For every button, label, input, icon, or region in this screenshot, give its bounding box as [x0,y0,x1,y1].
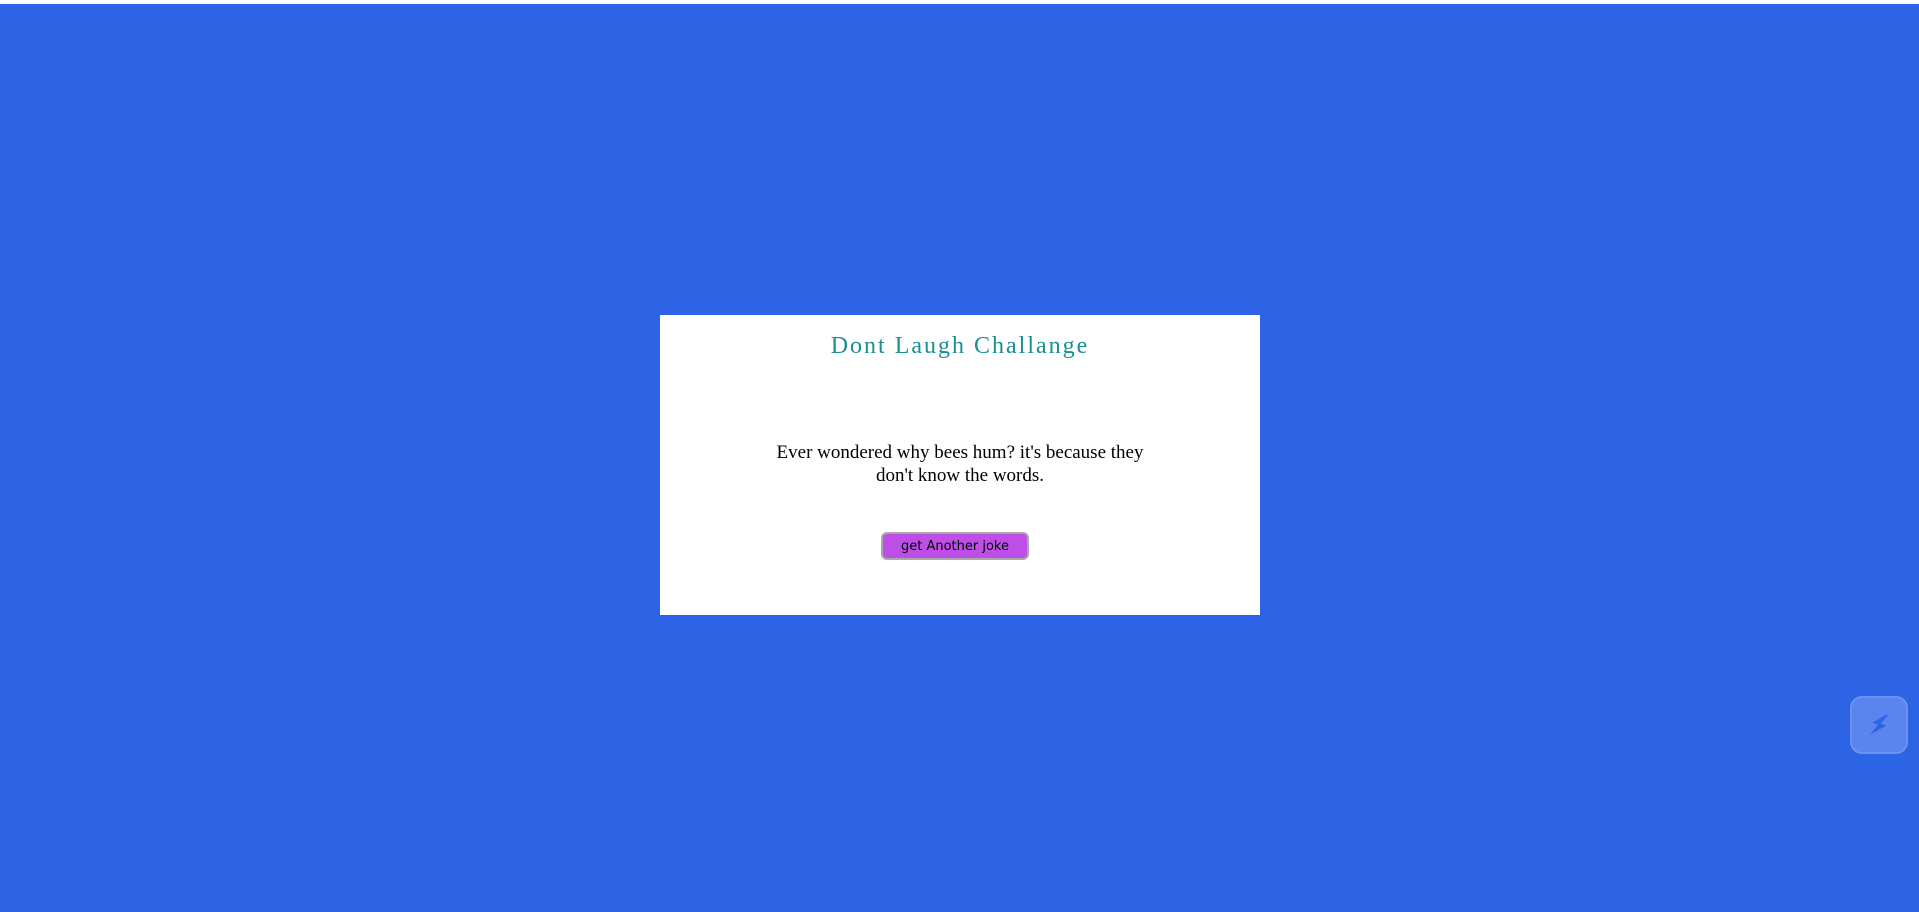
lightning-bolt-icon [1864,710,1894,740]
card-title: Dont Laugh Challange [830,333,1090,359]
joke-card: Dont Laugh Challange Ever wondered why b… [660,315,1260,615]
floating-widget-button[interactable] [1850,696,1908,754]
joke-text: Ever wondered why bees hum? it's because… [776,442,1144,486]
page-background: Dont Laugh Challange Ever wondered why b… [0,4,1919,912]
get-another-joke-button[interactable]: get Another joke [881,532,1029,560]
